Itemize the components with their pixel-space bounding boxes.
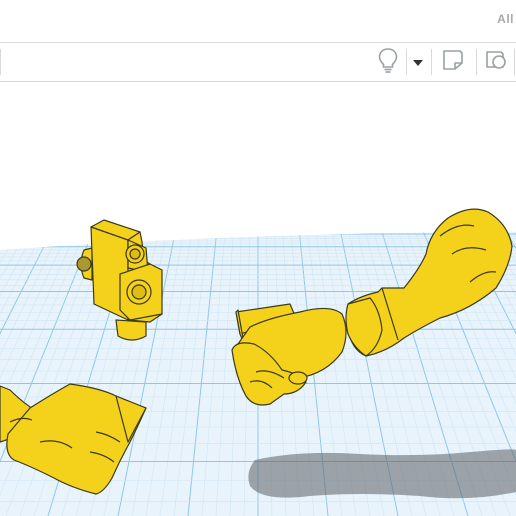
dropdown-caret-button[interactable] bbox=[408, 43, 428, 81]
3d-viewport[interactable] bbox=[0, 82, 516, 516]
scene-canvas[interactable] bbox=[0, 82, 516, 516]
top-header-bar: All bbox=[0, 0, 516, 43]
view-shape-button[interactable] bbox=[480, 43, 514, 81]
view-shape-icon bbox=[484, 49, 510, 76]
dropdown-caret-icon bbox=[413, 53, 423, 71]
toolbar-divider-3 bbox=[476, 49, 477, 75]
note-shape-button[interactable] bbox=[436, 43, 470, 81]
toolbar bbox=[0, 43, 516, 82]
object-shadows bbox=[248, 449, 516, 499]
toolbar-left-edge bbox=[0, 49, 1, 75]
lightbulb-icon bbox=[377, 47, 399, 78]
toolbar-divider-1 bbox=[406, 49, 407, 75]
toolbar-divider-4 bbox=[514, 49, 515, 75]
lightbulb-button[interactable] bbox=[373, 43, 403, 81]
header-corner-text[interactable]: All bbox=[497, 12, 514, 26]
toolbar-divider-2 bbox=[431, 49, 432, 75]
note-shape-icon bbox=[441, 49, 465, 76]
